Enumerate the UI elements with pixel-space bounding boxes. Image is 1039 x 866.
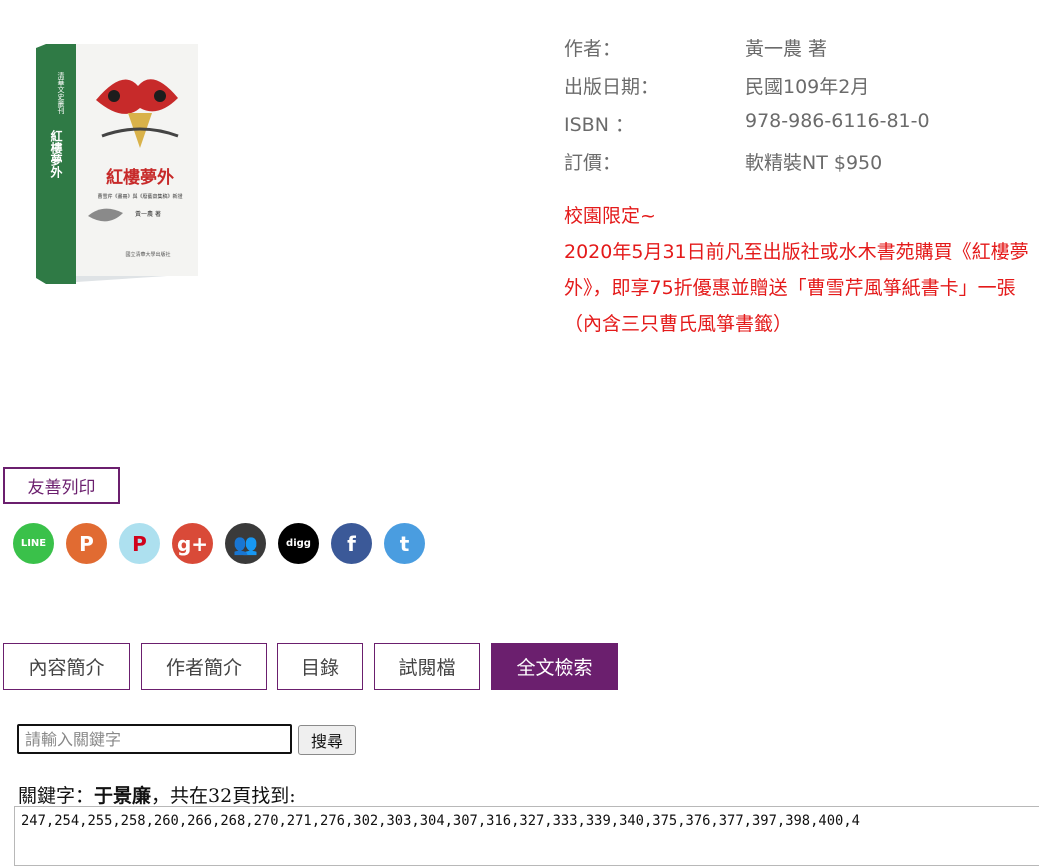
- campus-promotion: 校園限定~ 2020年5月31日前凡至出版社或水木書苑購買《紅樓夢外》，即享75…: [564, 198, 1034, 342]
- cover-subtitle: 曹雪芹《畫冊》與《廢藝齋集稿》新證: [97, 193, 182, 200]
- result-pages-list: 247,254,255,258,260,266,268,270,271,276,…: [14, 806, 1039, 866]
- promo-body: 2020年5月31日前凡至出版社或水木書苑購買《紅樓夢外》，即享75折優惠並贈送…: [564, 241, 1029, 335]
- tab-2[interactable]: 作者簡介: [141, 643, 267, 690]
- result-keyword: 于景廉: [94, 785, 152, 807]
- keyword-search-input[interactable]: [17, 724, 292, 754]
- tab-4[interactable]: 試閱檔: [374, 643, 480, 690]
- cover-author: 黃一農 著: [135, 210, 161, 218]
- isbn-label: ISBN ：: [564, 114, 634, 136]
- book-cover-image: 清華文史叢刊 紅樓夢外 紅樓夢外 曹雪芹《畫冊》與《廢藝齋集稿》新證 黃一農 著…: [36, 44, 198, 284]
- cover-series: 清華文史叢刊: [57, 71, 65, 115]
- publish-date-value: 民國109年2月: [745, 76, 870, 98]
- cover-publisher: 國立清華大學出版社: [125, 251, 170, 258]
- tab-3[interactable]: 目錄: [277, 643, 363, 690]
- digg-icon[interactable]: digg: [278, 523, 319, 564]
- search-button[interactable]: 搜尋: [298, 725, 356, 755]
- cover-title: 紅樓夢外: [106, 167, 174, 188]
- friendly-print-button[interactable]: 友善列印: [3, 467, 120, 504]
- pinterest-icon[interactable]: P: [119, 523, 160, 564]
- price-value: 軟精裝NT $950: [745, 152, 883, 174]
- search-result-summary: 關鍵字：于景廉，共在32頁找到:: [18, 781, 296, 808]
- cover-spine-title: 紅樓夢外: [49, 129, 63, 179]
- author-value: 黃一農 著: [745, 38, 828, 60]
- twitter-icon[interactable]: t: [384, 523, 425, 564]
- google-plus-icon[interactable]: g+: [172, 523, 213, 564]
- group-icon[interactable]: 👥: [225, 523, 266, 564]
- price-label: 訂價：: [564, 152, 622, 174]
- result-suffix: ，共在32頁找到:: [151, 785, 296, 807]
- line-icon[interactable]: LINE: [13, 523, 54, 564]
- isbn-value: 978-986-6116-81-0: [745, 110, 930, 132]
- tab-1[interactable]: 內容簡介: [3, 643, 130, 690]
- result-prefix: 關鍵字：: [18, 785, 95, 807]
- tab-5[interactable]: 全文檢索: [491, 643, 618, 690]
- facebook-icon[interactable]: f: [331, 523, 372, 564]
- plurk-icon[interactable]: P: [66, 523, 107, 564]
- promo-heading: 校園限定~: [564, 205, 656, 227]
- publish-date-label: 出版日期：: [564, 76, 660, 98]
- author-label: 作者：: [564, 38, 622, 60]
